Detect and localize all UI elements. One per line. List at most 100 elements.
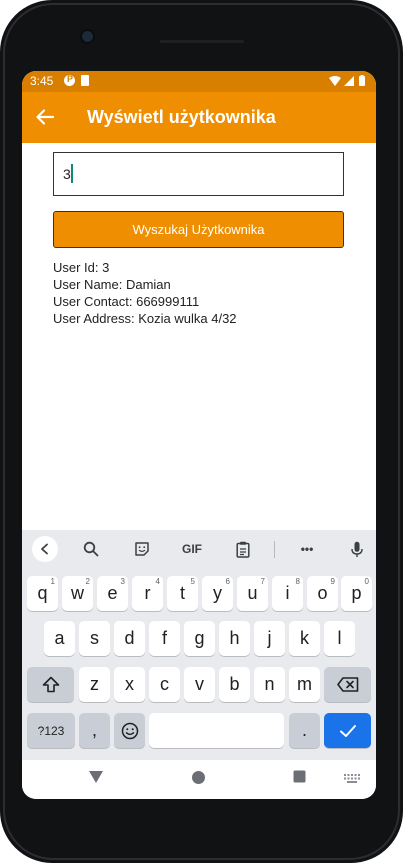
key-u-number: 7 <box>260 577 265 586</box>
user-contact-text: User Contact: 666999111 <box>53 294 200 309</box>
key-i-label: i <box>285 583 290 603</box>
page-title: Wyświetl użytkownika <box>87 107 276 127</box>
notification-app-icon: P <box>64 74 75 86</box>
key-h[interactable]: h <box>219 621 250 656</box>
user-id-input[interactable]: 3 <box>53 152 344 196</box>
key-l[interactable]: l <box>324 621 355 656</box>
keyboard-toolbar: GIF ••• <box>22 530 376 568</box>
status-right-icons <box>329 75 365 86</box>
enter-key[interactable] <box>324 713 371 748</box>
screen: 3:45 P Wyświetl użytkownika 3 Wyszukaj U… <box>22 71 376 799</box>
key-d[interactable]: d <box>114 621 145 656</box>
phone-frame: 3:45 P Wyświetl użytkownika 3 Wyszukaj U… <box>0 0 403 863</box>
key-j[interactable]: j <box>254 621 285 656</box>
key-o[interactable]: o9 <box>307 576 338 611</box>
text-caret <box>71 164 73 183</box>
keyboard-collapse-button[interactable] <box>32 536 58 562</box>
nav-recents-icon[interactable] <box>293 770 306 783</box>
nav-home-icon[interactable] <box>191 770 206 785</box>
key-y[interactable]: y6 <box>202 576 233 611</box>
clipboard-icon <box>236 541 250 558</box>
key-o-number: 9 <box>330 577 335 586</box>
backspace-icon <box>336 677 358 692</box>
key-m[interactable]: m <box>289 667 320 702</box>
sd-card-icon <box>81 75 89 86</box>
key-p[interactable]: p0 <box>341 576 372 611</box>
key-w-label: w <box>71 583 84 603</box>
key-e-label: e <box>107 583 118 603</box>
key-u[interactable]: u7 <box>237 576 268 611</box>
key-g[interactable]: g <box>184 621 215 656</box>
key-t[interactable]: t5 <box>167 576 198 611</box>
more-options-button[interactable]: ••• <box>294 536 320 562</box>
key-q[interactable]: q1 <box>27 576 58 611</box>
user-id-text: User Id: 3 <box>53 260 110 275</box>
keyboard-search-button[interactable] <box>78 536 104 562</box>
key-k[interactable]: k <box>289 621 320 656</box>
key-s[interactable]: s <box>79 621 110 656</box>
user-info: User Id: 3 User Name: Damian User Contac… <box>53 259 237 327</box>
key-w[interactable]: w2 <box>62 576 93 611</box>
key-v[interactable]: v <box>184 667 215 702</box>
key-y-label: y <box>213 583 222 603</box>
status-bar: 3:45 P <box>22 71 376 92</box>
key-p-label: p <box>351 583 362 603</box>
earpiece-speaker <box>160 40 244 43</box>
gif-button[interactable]: GIF <box>177 536 207 562</box>
backspace-key[interactable] <box>324 667 371 702</box>
microphone-icon <box>351 541 363 557</box>
key-r-number: 4 <box>155 577 160 586</box>
battery-icon <box>359 76 365 86</box>
space-key[interactable] <box>149 713 284 748</box>
sticker-icon <box>135 542 149 556</box>
key-q-number: 1 <box>50 577 55 586</box>
key-o-label: o <box>317 583 328 603</box>
key-r-label: r <box>144 583 151 603</box>
key-e[interactable]: e3 <box>97 576 128 611</box>
key-e-number: 3 <box>120 577 125 586</box>
key-p-number: 0 <box>364 577 369 586</box>
key-x[interactable]: x <box>114 667 145 702</box>
key-r[interactable]: r4 <box>132 576 163 611</box>
shift-arrow-icon <box>42 676 59 693</box>
search-user-button[interactable]: Wyszukaj Użytkownika <box>53 211 344 248</box>
key-f[interactable]: f <box>149 621 180 656</box>
voice-input-button[interactable] <box>344 536 370 562</box>
signal-icon <box>344 76 354 86</box>
emoji-icon <box>121 722 138 739</box>
clipboard-button[interactable] <box>230 536 256 562</box>
user-name-text: User Name: Damian <box>53 277 171 292</box>
toolbar-divider <box>274 541 275 558</box>
navigation-bar <box>22 760 376 799</box>
key-u-label: u <box>247 583 258 603</box>
key-n[interactable]: n <box>254 667 285 702</box>
period-key[interactable]: . <box>289 713 320 748</box>
front-camera <box>80 29 95 44</box>
back-button[interactable] <box>32 104 58 130</box>
app-bar: Wyświetl użytkownika <box>22 92 376 143</box>
key-y-number: 6 <box>225 577 230 586</box>
key-c[interactable]: c <box>149 667 180 702</box>
keyboard-switch-icon[interactable] <box>344 774 360 784</box>
emoji-key[interactable] <box>114 713 145 748</box>
key-z[interactable]: z <box>79 667 110 702</box>
key-i[interactable]: i8 <box>272 576 303 611</box>
chevron-left-icon <box>41 543 48 555</box>
search-icon <box>83 541 99 557</box>
nav-back-icon[interactable] <box>88 770 104 784</box>
back-arrow-icon <box>36 109 54 125</box>
user-address-text: User Address: Kozia wulka 4/32 <box>53 311 237 326</box>
sticker-button[interactable] <box>129 536 155 562</box>
key-t-number: 5 <box>190 577 195 586</box>
soft-keyboard: GIF ••• q 1 w 2 e 3 r 4 t 5 y 6 u 7 i 8 … <box>22 530 376 760</box>
shift-key[interactable] <box>27 667 74 702</box>
key-i-number: 8 <box>295 577 300 586</box>
key-t-label: t <box>179 583 185 603</box>
comma-key[interactable]: , <box>79 713 110 748</box>
wifi-icon <box>329 76 341 86</box>
key-b[interactable]: b <box>219 667 250 702</box>
symbols-key[interactable]: ?123 <box>27 713 75 748</box>
key-a[interactable]: a <box>44 621 75 656</box>
key-w-number: 2 <box>85 577 90 586</box>
checkmark-icon <box>339 724 356 737</box>
